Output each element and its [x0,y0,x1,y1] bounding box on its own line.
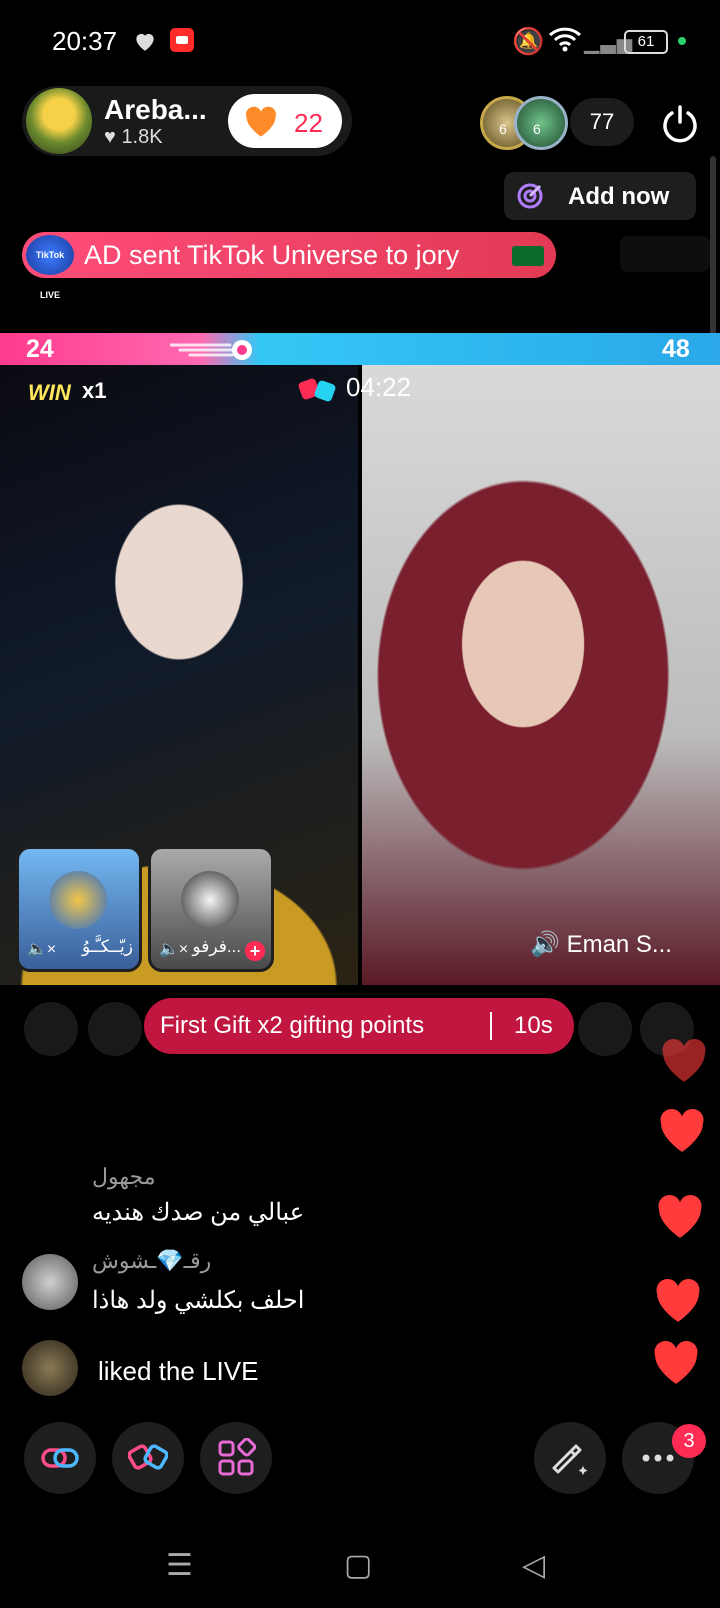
opponent-name-text: Eman S... [566,931,672,958]
comment-username[interactable]: رقـ💎ـشوش [92,1248,211,1274]
battle-icon [298,378,336,402]
power-icon[interactable] [660,104,700,144]
guest-name: زيّــكـَّـوُ [81,937,133,956]
apps-button[interactable] [200,1422,272,1494]
viewer-avatar[interactable]: 6 [514,96,568,150]
viewer-count[interactable]: 77 [570,98,634,146]
score-left: 24 [26,335,54,363]
grid-apps-icon [218,1438,256,1476]
comment-avatar[interactable] [22,1254,78,1310]
battery-icon: 61 [624,30,668,54]
link-button[interactable] [24,1422,96,1494]
home-icon[interactable]: ▢ [344,1548,372,1583]
link-icon [41,1448,79,1468]
host-info[interactable]: Areba... ♥ 1.8K 22 [22,86,352,156]
floating-heart-icon [654,1340,698,1384]
host-avatar[interactable] [26,88,92,154]
tiktok-live-badge: TikTok LIVE [26,235,74,300]
guest-tile[interactable]: 🔈× فرفو... + [148,846,274,972]
gift-count: 22 [294,108,323,138]
charging-dot [678,37,686,45]
floating-heart-icon [660,1108,704,1152]
comment-text: liked the LIVE [98,1356,259,1386]
gifter-avatar[interactable] [578,1002,632,1056]
comment-text: عبالي من صدك هنديه [92,1199,305,1226]
host-likes: ♥ 1.8K [104,126,163,148]
mute-bell-icon: 🔕 [512,26,545,56]
comment-avatar[interactable] [22,1340,78,1396]
first-gift-text: First Gift x2 gifting points [160,1012,425,1039]
wifi-icon [548,27,582,52]
status-time: 20:37 [52,26,118,56]
record-icon [170,28,194,52]
floating-heart-icon [662,1038,706,1082]
win-multiplier: x1 [82,378,107,403]
gift-counter-button[interactable]: 22 [228,94,342,148]
divider [490,1012,492,1040]
top-viewers[interactable]: 6 6 77 [480,96,640,150]
recent-apps-icon[interactable]: ☰ [166,1548,193,1583]
heart-icon [136,33,154,51]
first-gift-banner[interactable]: First Gift x2 gifting points 10s [144,998,574,1054]
gift-announcement-banner[interactable]: TikTok LIVE AD sent TikTok Universe to j… [22,232,556,300]
guest-name: فرفو... [192,937,241,956]
saudi-flag-icon [512,246,544,266]
guest-avatar [181,871,239,929]
target-icon [517,183,543,209]
effects-button[interactable] [534,1422,606,1494]
notification-badge: 3 [672,1424,706,1458]
banner-text: AD sent TikTok Universe to jory [84,240,460,270]
first-gift-countdown: 10s [514,1012,553,1039]
viewer-rank: 6 [533,121,541,137]
comment-username[interactable]: مجهول [92,1164,155,1190]
guest-tile[interactable]: 🔈× زيّــكـَّـوُ [16,846,142,972]
battle-score-bar: 24 48 [0,333,720,365]
host-name[interactable]: Areba... [104,94,207,126]
opponent-video[interactable] [362,365,720,985]
add-now-button[interactable]: Add now [504,172,696,220]
battle-icon [128,1444,168,1470]
status-bar: 20:37 🔕 ▁▃▅ 61 [0,0,720,80]
orange-heart-icon [246,106,276,137]
battle-button[interactable] [112,1422,184,1494]
opponent-name[interactable]: 🔊 Eman S... [530,930,672,959]
back-icon[interactable]: ◁ [522,1548,545,1583]
viewer-rank: 6 [499,121,507,137]
score-right: 48 [662,335,690,363]
battle-timer: 04:22 [346,372,412,402]
host-likes-count: 1.8K [121,126,163,148]
floating-heart-icon [658,1194,702,1238]
scroll-indicator [710,156,716,336]
battle-spark-icon [170,340,252,360]
gifter-avatar[interactable] [88,1002,142,1056]
comment-text: احلف بكلشي ولد هاذا [92,1287,305,1314]
win-label: WIN [28,380,71,405]
floating-heart-icon [656,1278,700,1322]
gifter-avatar[interactable] [24,1002,78,1056]
guest-avatar [49,871,107,929]
follow-plus-icon[interactable]: + [245,941,265,961]
add-now-label: Add now [568,183,670,210]
side-widget[interactable] [620,236,710,272]
magic-wand-icon [552,1444,588,1475]
